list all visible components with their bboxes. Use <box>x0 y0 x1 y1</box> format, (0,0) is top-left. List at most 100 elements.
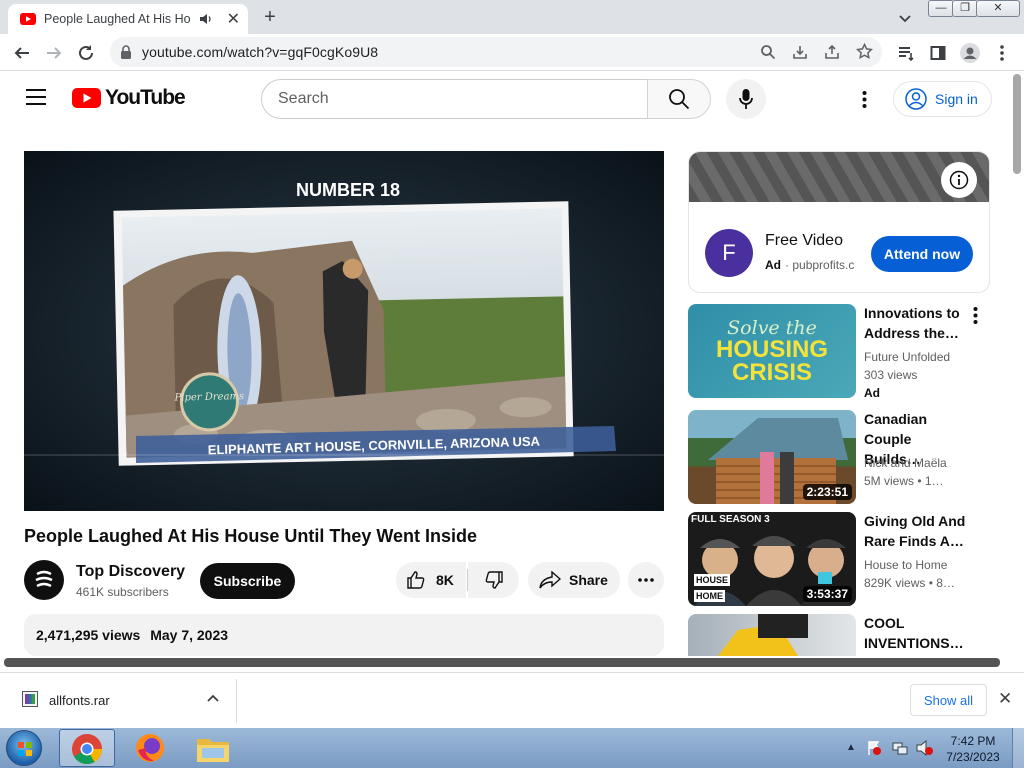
vertical-scrollbar[interactable] <box>1013 74 1021 174</box>
reload-icon[interactable] <box>74 41 98 65</box>
related-title-line: Innovations to <box>864 305 960 321</box>
related-thumbnail[interactable]: 2:23:51 <box>688 410 856 504</box>
related-thumbnail[interactable]: Solve the HOUSING CRISIS <box>688 304 856 398</box>
video-duration: 3:53:37 <box>802 586 852 602</box>
close-tab-icon[interactable]: ✕ <box>227 9 240 29</box>
speaker-icon[interactable] <box>199 13 213 25</box>
dislike-button[interactable] <box>468 562 519 598</box>
close-window-button[interactable]: ✕ <box>976 0 1020 17</box>
ad-badge: Ad <box>765 258 781 272</box>
channel-name[interactable]: Top Discovery <box>76 563 185 581</box>
download-options-icon[interactable] <box>206 693 220 703</box>
show-all-button[interactable]: Show all <box>910 684 987 716</box>
search-input[interactable]: Search <box>261 79 649 119</box>
profile-icon[interactable] <box>958 41 982 65</box>
ad-info-icon[interactable] <box>941 162 977 198</box>
download-divider <box>236 679 237 723</box>
file-explorer-icon[interactable] <box>196 733 230 763</box>
download-filename[interactable]: allfonts.rar <box>49 693 110 708</box>
thumbs-up-icon <box>406 570 426 590</box>
ad-domain-text: pubprofits.c <box>792 258 855 272</box>
show-hidden-icons-icon[interactable]: ▲ <box>846 742 856 753</box>
ad-avatar[interactable]: F <box>705 229 753 277</box>
related-title-line: Canadian <box>864 411 928 427</box>
related-thumbnail[interactable]: FULL SEASON 3 HOUSE HOME 3:53:37 <box>688 512 856 606</box>
hamburger-menu-icon[interactable] <box>26 88 46 106</box>
related-thumbnail[interactable] <box>688 614 856 656</box>
sign-in-label: Sign in <box>935 91 978 107</box>
address-bar[interactable]: youtube.com/watch?v=gqF0cgKo9U8 <box>110 37 882 67</box>
sign-in-button[interactable]: Sign in <box>893 81 992 117</box>
more-actions-button[interactable] <box>628 562 664 598</box>
related-title[interactable]: Giving Old And Rare Finds A… <box>864 511 969 551</box>
search-icon <box>668 88 690 110</box>
forward-icon[interactable] <box>42 41 66 65</box>
overlay-number: NUMBER 18 <box>296 180 400 200</box>
share-button[interactable]: Share <box>528 562 620 598</box>
bookmark-star-icon[interactable] <box>856 43 873 60</box>
description-box[interactable]: 2,471,295 views May 7, 2023 <box>24 614 664 656</box>
tab-title: People Laughed At His House <box>44 12 191 26</box>
ad-card[interactable]: F Free Video Ad · pubprofits.c Attend no… <box>688 151 990 293</box>
share-page-icon[interactable] <box>824 44 840 60</box>
channel-avatar[interactable] <box>24 560 64 600</box>
zoom-search-icon[interactable] <box>760 44 776 60</box>
youtube-logo[interactable]: YouTube <box>72 86 186 110</box>
related-more-icon[interactable] <box>973 307 978 324</box>
volume-muted-icon[interactable] <box>916 740 934 756</box>
restore-window-button[interactable]: ❐ <box>952 0 978 17</box>
windows-taskbar: ▲ 7:42 PM 7/23/2023 <box>0 728 1024 768</box>
account-circle-icon <box>905 88 927 110</box>
download-bar: allfonts.rar Show all ✕ <box>0 672 1024 728</box>
tab-search-chevron-icon[interactable] <box>896 9 914 27</box>
settings-more-icon[interactable] <box>862 91 867 108</box>
attend-now-button[interactable]: Attend now <box>871 236 973 272</box>
like-button[interactable]: 8K <box>396 562 466 598</box>
browser-menu-icon[interactable] <box>990 41 1014 65</box>
horizontal-scrollbar[interactable] <box>4 658 1000 667</box>
related-title[interactable]: Innovations to Address the… <box>864 303 969 343</box>
firefox-icon[interactable] <box>134 732 166 764</box>
browser-toolbar: youtube.com/watch?v=gqF0cgKo9U8 <box>0 34 1024 71</box>
lock-icon[interactable] <box>120 45 132 59</box>
windows-logo-icon <box>18 742 32 756</box>
show-desktop-button[interactable] <box>1012 728 1024 768</box>
thumb-text: HOUSING <box>715 336 828 363</box>
video-duration: 2:23:51 <box>802 484 852 500</box>
related-title-line: Rare Finds A… <box>864 533 964 549</box>
video-player[interactable]: Piper Dreams NUMBER 18 ELIPHANTE ART HOU… <box>24 151 664 511</box>
ad-title[interactable]: Free Video <box>765 232 843 250</box>
channel-logo-icon <box>33 570 55 590</box>
thumb-text: Solve the <box>727 317 817 339</box>
video-title: People Laughed At His House Until They W… <box>24 526 478 546</box>
subscriber-count: 461K subscribers <box>76 585 169 599</box>
thumb-text: CRISIS <box>731 359 812 386</box>
related-title-line: COOL <box>864 615 905 631</box>
side-panel-icon[interactable] <box>926 41 950 65</box>
install-app-icon[interactable] <box>792 44 808 60</box>
network-icon[interactable] <box>892 740 908 756</box>
close-download-bar-icon[interactable]: ✕ <box>998 689 1012 709</box>
view-count: 2,471,295 views <box>36 627 141 643</box>
related-channel: Nick and Maëla <box>864 456 947 470</box>
subscribe-button[interactable]: Subscribe <box>200 563 295 599</box>
start-button[interactable] <box>6 730 42 766</box>
related-title-line: INVENTIONS… <box>864 635 964 651</box>
taskbar-clock[interactable]: 7:42 PM 7/23/2023 <box>944 733 1002 765</box>
browser-tab[interactable]: People Laughed At His House ✕ <box>8 4 248 34</box>
reading-list-icon[interactable] <box>894 41 918 65</box>
related-ad-badge: Ad <box>864 386 880 400</box>
action-center-flag-icon[interactable] <box>866 740 882 756</box>
taskbar-chrome-button[interactable] <box>59 729 115 767</box>
browser-tab-strip: People Laughed At His House ✕ + — ❐ ✕ <box>0 0 1024 34</box>
back-icon[interactable] <box>10 41 34 65</box>
new-tab-button[interactable]: + <box>258 6 282 30</box>
search-button[interactable] <box>647 79 711 119</box>
related-channel: Future Unfolded <box>864 350 951 364</box>
related-title[interactable]: COOL INVENTIONS… <box>864 613 969 653</box>
youtube-play-logo-icon <box>72 88 101 108</box>
minimize-window-button[interactable]: — <box>928 0 954 17</box>
url-text[interactable]: youtube.com/watch?v=gqF0cgKo9U8 <box>142 44 378 60</box>
voice-search-button[interactable] <box>726 79 766 119</box>
share-label: Share <box>569 572 608 588</box>
